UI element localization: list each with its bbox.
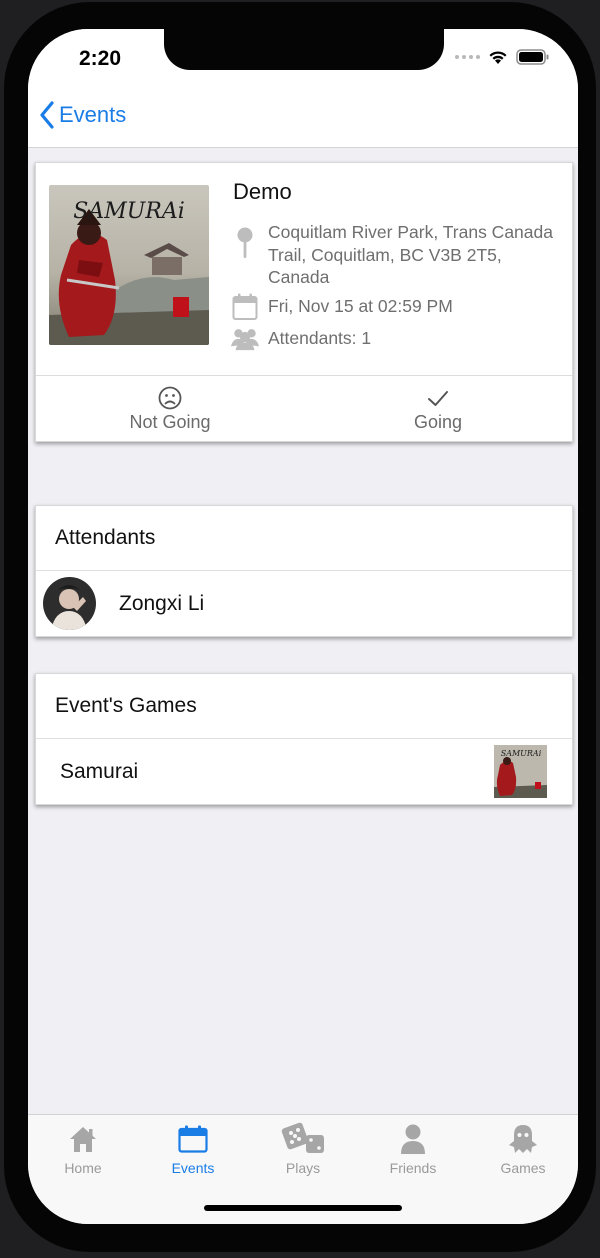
back-button[interactable]: Events xyxy=(39,101,126,129)
attendants-header: Attendants xyxy=(36,506,572,571)
not-going-label: Not Going xyxy=(129,412,211,432)
calendar-icon xyxy=(178,1125,208,1153)
ghost-icon xyxy=(509,1125,537,1153)
tab-home-label: Home xyxy=(64,1160,102,1176)
home-indicator xyxy=(204,1205,402,1211)
group-icon xyxy=(231,329,259,351)
event-attendants-count: Attendants: 1 xyxy=(268,328,372,348)
event-location-row: Coquitlam River Park, Trans Canada Trail… xyxy=(231,221,558,289)
chevron-left-icon xyxy=(40,101,54,129)
going-label: Going xyxy=(413,412,463,432)
signal-icon xyxy=(455,55,480,59)
status-time: 2:20 xyxy=(79,47,122,70)
not-going-button[interactable]: Not Going xyxy=(36,376,304,441)
calendar-icon xyxy=(232,293,258,320)
wifi-icon xyxy=(489,50,507,64)
battery-icon xyxy=(516,49,549,65)
event-games-card: Event's Games Samurai SAMURAi xyxy=(35,673,573,805)
event-title: Demo xyxy=(233,179,292,204)
tab-events-label: Events xyxy=(171,1160,215,1176)
map-pin-icon xyxy=(237,227,253,258)
back-button-label: Events xyxy=(59,102,127,127)
tab-friends-label: Friends xyxy=(389,1160,437,1176)
game-row[interactable]: Samurai SAMURAi xyxy=(36,739,572,804)
event-datetime: Fri, Nov 15 at 02:59 PM xyxy=(268,296,453,316)
tab-home[interactable]: Home xyxy=(28,1115,138,1224)
phone-frame: 2:20 Events SAMURAi Demo Coquitlam River… xyxy=(4,2,596,1252)
tab-games-label: Games xyxy=(500,1160,546,1176)
going-button[interactable]: Going xyxy=(304,376,572,441)
dice-icon xyxy=(281,1122,324,1153)
tab-games[interactable]: Games xyxy=(468,1115,578,1224)
game-name: Samurai xyxy=(60,759,139,783)
event-cover-image: SAMURAi xyxy=(49,185,209,345)
home-icon xyxy=(70,1127,96,1152)
event-location: Coquitlam River Park, Trans Canada Trail… xyxy=(268,222,553,287)
rsvp-action-bar: Not Going Going xyxy=(36,375,572,441)
cover-title-text: SAMURAi xyxy=(73,199,185,224)
checkmark-icon xyxy=(428,391,448,406)
attendant-name: Zongxi Li xyxy=(119,591,205,615)
sad-face-icon xyxy=(158,386,182,410)
event-games-header: Event's Games xyxy=(36,674,572,739)
game-thumbnail: SAMURAi xyxy=(494,745,547,798)
thumb-title-text: SAMURAi xyxy=(501,749,542,758)
attendants-card: Attendants Zongxi Li xyxy=(35,505,573,637)
person-icon xyxy=(401,1124,425,1154)
notch xyxy=(164,29,444,70)
event-detail-content: SAMURAi Demo Coquitlam River Park, Trans… xyxy=(28,148,578,1114)
status-icons xyxy=(455,49,550,65)
event-card: SAMURAi Demo Coquitlam River Park, Trans… xyxy=(35,162,573,442)
tab-plays-label: Plays xyxy=(285,1160,321,1176)
navigation-bar: Events xyxy=(28,89,578,148)
attendant-row[interactable]: Zongxi Li xyxy=(36,571,572,636)
event-date-row: Fri, Nov 15 at 02:59 PM xyxy=(231,293,558,321)
avatar xyxy=(43,577,96,630)
event-attendants-row: Attendants: 1 xyxy=(231,325,558,351)
screen: 2:20 Events SAMURAi Demo Coquitlam River… xyxy=(28,29,578,1224)
